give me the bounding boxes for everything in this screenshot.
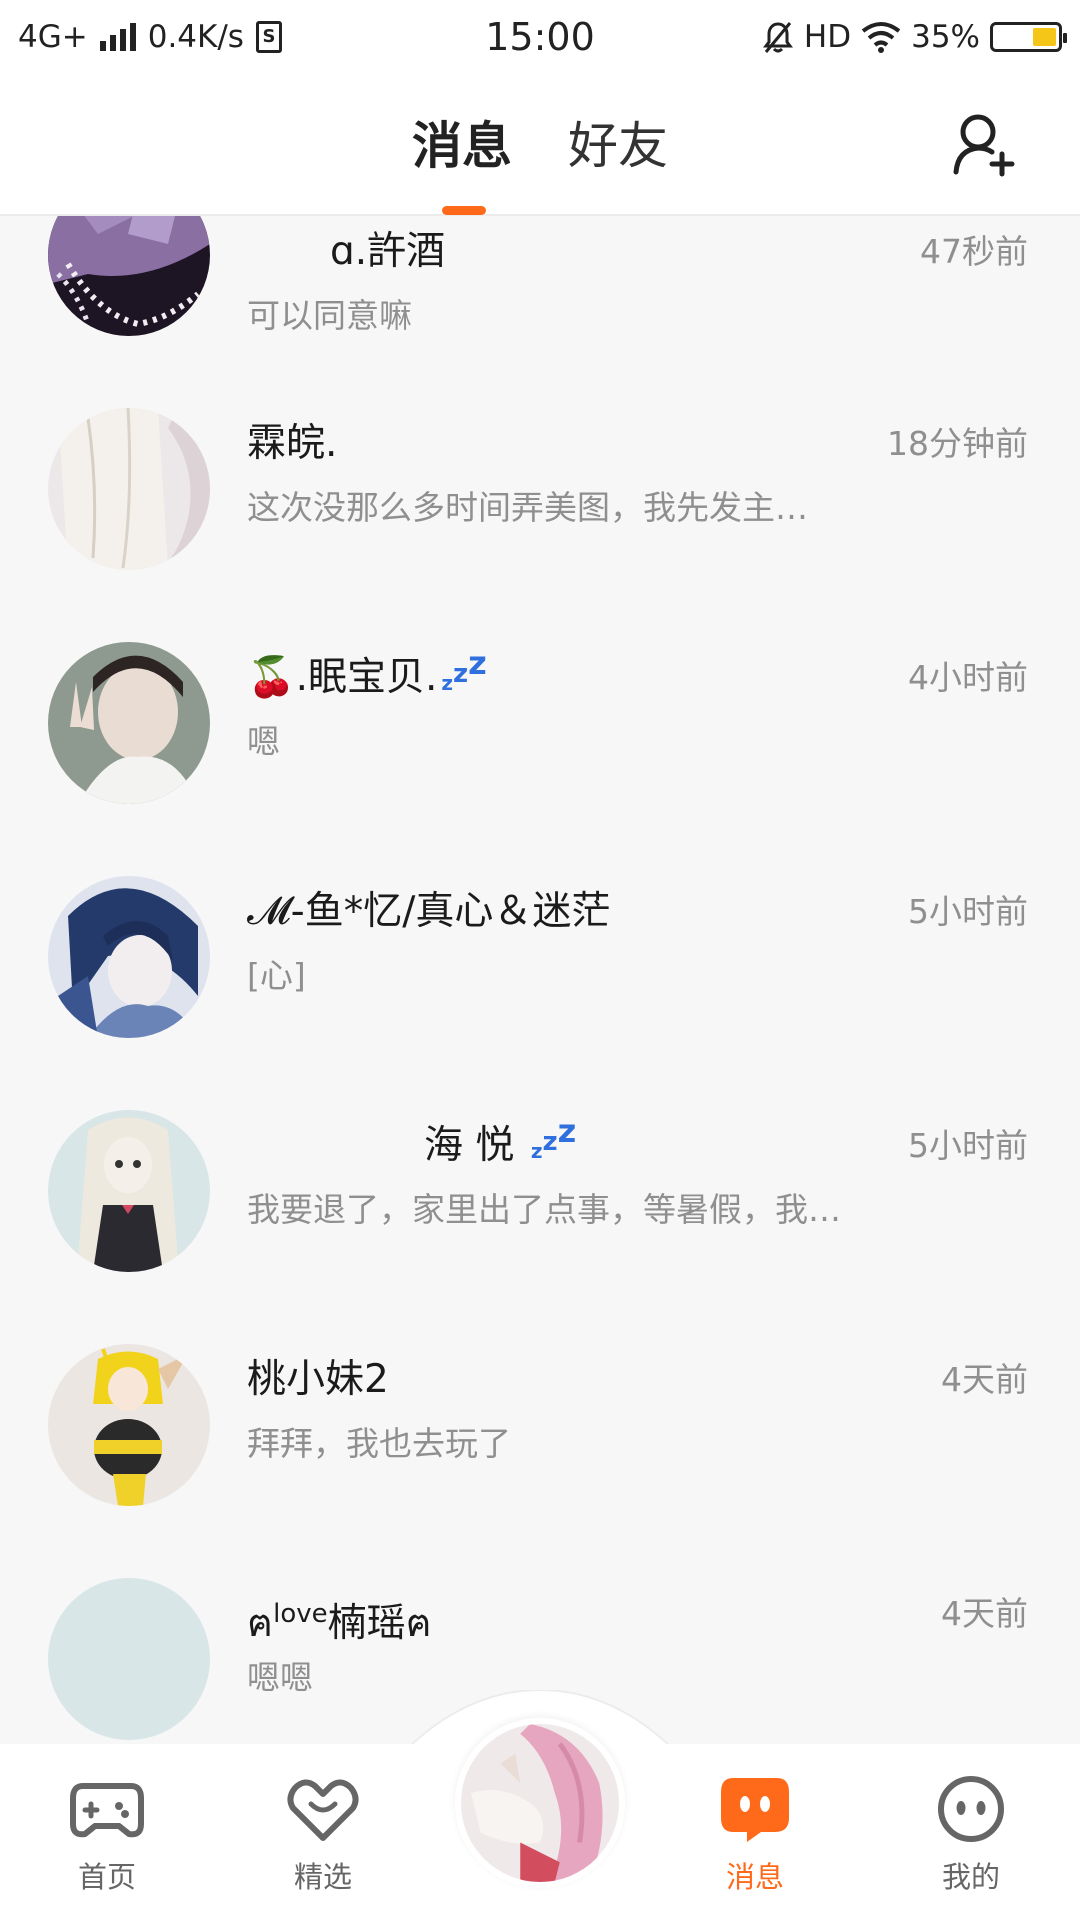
contact-name: 桃小妹2	[247, 1357, 389, 1402]
center-avatar-button[interactable]	[455, 1718, 625, 1888]
conversation-row[interactable]: ɑ.許酒 47秒前 可以同意嘛	[0, 216, 1080, 372]
avatar	[48, 1110, 210, 1272]
status-right: HD 35%	[762, 14, 1067, 60]
avatar	[48, 642, 210, 804]
nav-messages[interactable]: 消息	[690, 1774, 820, 1896]
top-header: 消息 好友	[0, 74, 1080, 216]
message-preview: 嗯	[247, 722, 280, 761]
sleep-zzz-icon: zzz	[441, 644, 487, 695]
active-tab-indicator	[442, 206, 486, 215]
message-time: 4小时前	[908, 658, 1028, 697]
message-time: 4天前	[941, 1360, 1028, 1399]
avatar	[48, 876, 210, 1038]
gamepad-icon	[70, 1783, 144, 1838]
message-preview: 我要退了，家里出了点事，等暑假，我…	[247, 1190, 841, 1229]
conversation-row[interactable]: 霖皖. 18分钟前 这次没那么多时间弄美图，我先发主…	[0, 372, 1080, 606]
message-time: 4天前	[941, 1594, 1028, 1633]
contact-name: 𝓜-鱼*忆/真心＆迷茫	[247, 889, 611, 934]
status-bar: 4G+ 0.4K/s S 15:00 HD 35%	[0, 0, 1080, 74]
battery-icon	[990, 22, 1067, 52]
message-time: 5小时前	[908, 892, 1028, 931]
conversation-row[interactable]: 海 悦 zzz 5小时前 我要退了，家里出了点事，等暑假，我…	[0, 1074, 1080, 1308]
message-preview: 这次没那么多时间弄美图，我先发主…	[247, 488, 808, 527]
nav-label: 我的	[941, 1860, 1000, 1894]
nav-label: 首页	[77, 1860, 136, 1894]
face-icon	[938, 1776, 1004, 1842]
avatar	[48, 408, 210, 570]
tab-friends[interactable]: 好友	[568, 114, 668, 178]
conversation-row[interactable]: 𝓜-鱼*忆/真心＆迷茫 5小时前 [心]	[0, 840, 1080, 1074]
message-icon	[721, 1778, 789, 1842]
add-user-icon[interactable]	[950, 110, 1018, 178]
contact-name: ɑ.許酒	[330, 229, 446, 274]
heart-chat-icon	[287, 1779, 359, 1841]
contact-name: 霖皖.	[247, 421, 338, 466]
message-time: 47秒前	[920, 232, 1028, 271]
mute-bell-icon	[762, 22, 793, 53]
hd-label: HD	[803, 19, 852, 55]
cherry-emoji: 🍒	[247, 655, 296, 700]
battery-percent: 35%	[911, 19, 980, 55]
nav-me[interactable]: 我的	[906, 1774, 1036, 1896]
nav-label: 精选	[293, 1860, 352, 1894]
conversation-row[interactable]: 🍒.眠宝贝. zzz 4小时前 嗯	[0, 606, 1080, 840]
contact-name: ฅlove楠瑶ฅ	[247, 1599, 432, 1646]
message-preview: 可以同意嘛	[247, 296, 412, 335]
message-preview: [心]	[247, 956, 306, 995]
avatar	[48, 1344, 210, 1506]
conversation-row[interactable]: 桃小妹2 4天前 拜拜，我也去玩了	[0, 1308, 1080, 1542]
contact-name: 🍒.眠宝贝. zzz	[247, 644, 487, 700]
avatar	[48, 216, 210, 336]
tab-messages[interactable]: 消息	[412, 114, 512, 178]
contact-name: 海 悦 zzz	[424, 1112, 577, 1168]
sleep-zzz-icon: zzz	[530, 1112, 577, 1163]
message-preview: 拜拜，我也去玩了	[247, 1424, 511, 1463]
nav-featured[interactable]: 精选	[258, 1774, 388, 1896]
nav-label: 消息	[725, 1860, 784, 1894]
nav-home[interactable]: 首页	[42, 1774, 172, 1896]
message-time: 5小时前	[908, 1126, 1028, 1165]
message-time: 18分钟前	[887, 424, 1028, 463]
conversation-list: ɑ.許酒 47秒前 可以同意嘛 霖皖. 18分钟前 这次没那么多时间弄美图，我先…	[0, 216, 1080, 1746]
wifi-icon	[861, 22, 901, 53]
